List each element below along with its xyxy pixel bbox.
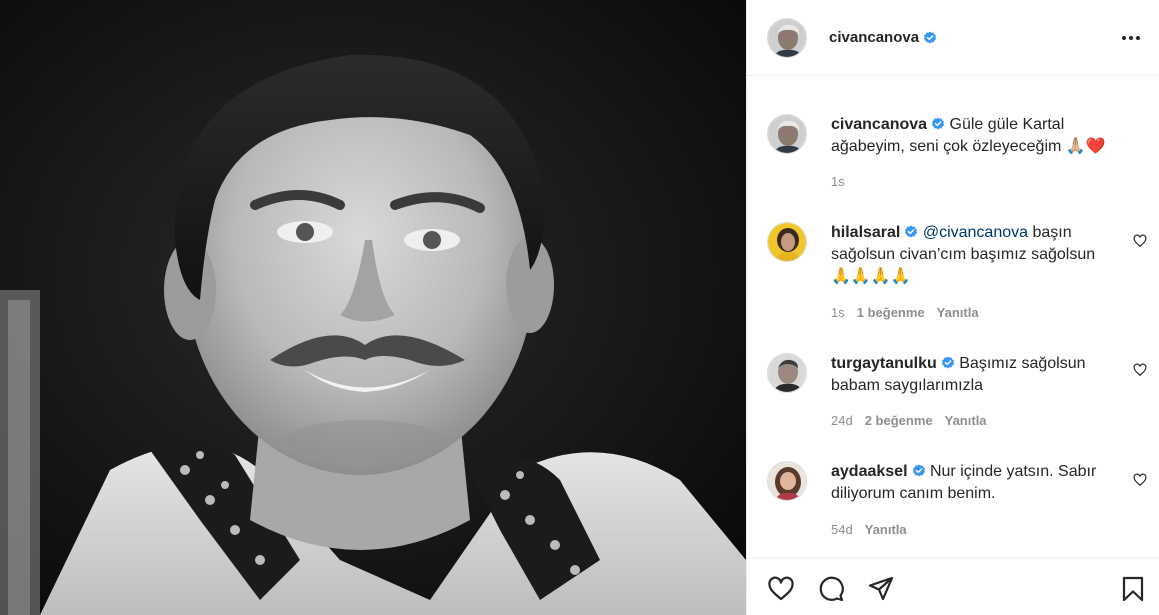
post-header: civancanova	[747, 0, 1159, 76]
comment-item: hilalsaral @civancanova başın sağolsun c…	[767, 222, 1147, 332]
avatar-image	[768, 18, 806, 57]
commenter-username[interactable]: turgaytanulku	[831, 355, 937, 372]
commenter-username[interactable]: hilalsaral	[831, 224, 900, 241]
post-sidebar: civancanova civancanova Güle güle Kartal…	[746, 0, 1159, 615]
comment-time[interactable]: 54d	[831, 522, 853, 537]
verified-badge-icon	[932, 117, 945, 130]
comment-text: turgaytanulku Başımız sağolsun babam say…	[831, 353, 1117, 397]
comment-likes[interactable]: 2 beğenme	[865, 413, 933, 428]
post-action-bar	[747, 558, 1159, 615]
avatar-image	[768, 115, 806, 153]
comment-meta: 54d Yanıtla	[831, 522, 907, 537]
comment-text: aydaaksel Nur içinde yatsın. Sabır diliy…	[831, 461, 1117, 505]
comment-time[interactable]: 1s	[831, 305, 845, 320]
comment-meta: 1s 1 beğenme Yanıtla	[831, 305, 979, 320]
comment-time[interactable]: 24d	[831, 413, 853, 428]
verified-badge-icon	[912, 464, 925, 477]
comment-like-heart-icon[interactable]	[1133, 234, 1147, 248]
avatar-image	[768, 223, 806, 261]
caption: civancanova Güle güle Kartal ağabeyim, s…	[767, 114, 1147, 224]
verified-badge-icon	[924, 31, 937, 43]
verified-badge-icon	[941, 356, 954, 369]
heart-icon[interactable]	[767, 575, 795, 603]
comments-list[interactable]: civancanova Güle güle Kartal ağabeyim, s…	[747, 77, 1159, 557]
commenter-avatar[interactable]	[767, 353, 807, 393]
reply-button[interactable]: Yanıtla	[937, 305, 979, 320]
avatar-image	[768, 462, 806, 500]
commenter-avatar[interactable]	[767, 222, 807, 262]
author-avatar[interactable]	[767, 17, 807, 58]
post-photo[interactable]	[0, 0, 746, 615]
share-icon[interactable]	[867, 575, 895, 603]
caption-avatar[interactable]	[767, 114, 807, 154]
comment-item: turgaytanulku Başımız sağolsun babam say…	[767, 353, 1147, 453]
caption-text: civancanova Güle güle Kartal ağabeyim, s…	[831, 114, 1117, 158]
commenter-username[interactable]: aydaaksel	[831, 463, 908, 480]
verified-badge-icon	[905, 225, 918, 238]
caption-time[interactable]: 1s	[831, 174, 845, 189]
author-username[interactable]: civancanova	[829, 29, 919, 46]
reply-button[interactable]: Yanıtla	[865, 522, 907, 537]
mention-link[interactable]: @civancanova	[923, 224, 1028, 241]
more-options-button[interactable]	[1119, 28, 1143, 48]
comment-icon[interactable]	[817, 575, 845, 603]
caption-meta: 1s	[831, 174, 845, 189]
avatar-image	[768, 354, 806, 392]
comment-likes[interactable]: 1 beğenme	[857, 305, 925, 320]
more-icon	[1122, 36, 1140, 40]
comment-like-heart-icon[interactable]	[1133, 363, 1147, 377]
portrait-photo	[0, 0, 746, 615]
comment-item: aydaaksel Nur içinde yatsın. Sabır diliy…	[767, 461, 1147, 557]
comment-like-heart-icon[interactable]	[1133, 473, 1147, 487]
caption-username[interactable]: civancanova	[831, 116, 927, 133]
bookmark-icon[interactable]	[1119, 575, 1147, 603]
comment-meta: 24d 2 beğenme Yanıtla	[831, 413, 987, 428]
comment-text: hilalsaral @civancanova başın sağolsun c…	[831, 222, 1117, 288]
reply-button[interactable]: Yanıtla	[945, 413, 987, 428]
commenter-avatar[interactable]	[767, 461, 807, 501]
